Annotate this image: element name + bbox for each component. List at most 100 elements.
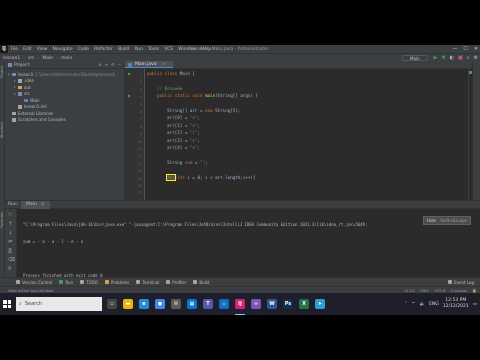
taskbar-app-telegram[interactable]: ➤ <box>312 293 328 315</box>
network-icon[interactable]: ⌔ <box>411 301 415 307</box>
print-icon[interactable]: ⎙ <box>8 248 12 254</box>
line-separator[interactable]: CRLF <box>420 288 430 293</box>
taskbar-app-mail[interactable]: ✉ <box>168 293 184 315</box>
tab-main-java[interactable]: Main.java × <box>125 61 174 68</box>
clock[interactable]: 12:53 PM 12/12/2021 <box>443 298 469 310</box>
pin-icon[interactable]: ⚲ <box>8 266 12 272</box>
taskbar-search-input[interactable]: ⌕ Search <box>16 297 102 311</box>
scroll-down-icon[interactable]: ↓ <box>8 230 12 236</box>
tree-item[interactable]: ▸ lesson1 C:\Users\Administrator\Desktop\l… <box>5 71 124 78</box>
menu-item-code[interactable]: Code <box>75 47 92 52</box>
tool-tab-problems[interactable]: Problems <box>104 280 129 285</box>
tool-tab-profiler[interactable]: Profiler <box>166 280 186 285</box>
coverage-icon[interactable]: ◐ <box>450 55 454 61</box>
event-log-button[interactable]: Event Log <box>448 280 474 285</box>
tree-item[interactable]: Scratches and Consoles <box>5 117 124 124</box>
taskbar-app-photoshop[interactable]: Ps <box>280 293 296 315</box>
menu-item-view[interactable]: View <box>34 47 50 52</box>
taskbar-app-vs-code[interactable]: ◇ <box>216 293 232 315</box>
menu-item-tools[interactable]: Tools <box>145 47 161 52</box>
locate-icon[interactable]: ⊕ <box>98 62 101 67</box>
debug-icon[interactable]: ✱ <box>441 55 445 61</box>
lock-icon[interactable]: 🔓 <box>472 288 477 293</box>
taskbar-app-visual-studio[interactable]: ∞ <box>248 293 264 315</box>
collapse-icon[interactable]: ≡ <box>105 62 108 67</box>
menu-item-navigate[interactable]: Navigate <box>50 47 75 52</box>
taskbar-app-task-view[interactable]: ▭ <box>104 293 120 315</box>
scroll-up-icon[interactable]: ↑ <box>8 221 12 227</box>
teams-icon: T <box>203 299 213 309</box>
hide-icon[interactable]: − <box>118 62 121 67</box>
settings-gear-icon[interactable]: ⚙ <box>474 55 478 61</box>
caret-position[interactable]: 11:22 <box>404 288 415 293</box>
file-encoding[interactable]: UTF-8 <box>434 288 445 293</box>
project-panel-title[interactable]: Project <box>14 63 29 68</box>
tool-tab-build[interactable]: Build <box>193 280 209 285</box>
window-title: lesson1 - Main.java - Administrator <box>190 46 269 52</box>
taskbar-app-excel[interactable]: X <box>296 293 312 315</box>
code-area[interactable]: public class Main { // Возьмём public st… <box>145 69 472 200</box>
gear-icon[interactable]: ⚙ <box>111 62 115 67</box>
tray-chevron-icon[interactable]: ˄ <box>405 302 407 307</box>
indent-setting[interactable]: 4 spaces <box>451 288 468 293</box>
run-gutter-icon[interactable]: ▶ <box>128 71 131 76</box>
tool-tab-terminal[interactable]: Terminal <box>136 280 159 285</box>
line-number: 8 <box>139 123 142 129</box>
tree-item-label: Scratches and Consoles <box>18 117 66 123</box>
wrap-icon[interactable]: ⇌ <box>8 239 12 245</box>
search-icon[interactable]: ⌕ <box>467 55 470 61</box>
menu-item-run[interactable]: Run <box>132 47 146 52</box>
close-tab-icon[interactable]: × <box>162 62 166 67</box>
folder-icon <box>12 118 16 122</box>
code-line: String sum = ""; <box>147 160 207 165</box>
breadcrumb-project[interactable]: lesson1 <box>0 56 23 61</box>
minimize-icon[interactable]: — <box>452 46 457 52</box>
taskbar-app-chrome[interactable]: ● <box>152 293 168 315</box>
breadcrumb-class[interactable]: Main <box>39 56 56 61</box>
taskbar-app-edge[interactable]: e <box>136 293 152 315</box>
close-icon[interactable]: ✕ <box>474 46 478 52</box>
line-number: 2 <box>139 79 142 85</box>
navigation-bar: lesson1 › src › Main › main Main ▶ ✱ ◐ ■… <box>0 53 480 62</box>
taskbar-app-intellij-idea[interactable]: IJ <box>232 293 248 315</box>
java-class-icon <box>128 63 132 67</box>
rerun-icon[interactable]: ↻ <box>8 212 12 218</box>
tool-tab-run[interactable]: Run <box>59 280 73 285</box>
maximize-icon[interactable]: ☐ <box>463 46 467 52</box>
run-icon[interactable]: ▶ <box>434 55 438 61</box>
file-explorer-icon: ▬ <box>123 299 133 309</box>
close-run-tab-icon[interactable]: × <box>41 202 45 207</box>
tool-tab-version-control[interactable]: Version Control <box>16 280 52 285</box>
taskbar-app-word[interactable]: W <box>264 293 280 315</box>
taskbar-app-store[interactable]: ▦ <box>184 293 200 315</box>
stop-icon[interactable]: ■ <box>458 55 463 61</box>
menu-item-edit[interactable]: Edit <box>21 47 35 52</box>
notifications-icon[interactable]: ▭ <box>473 302 477 307</box>
code-line: arr[1] = "o"; <box>147 123 200 128</box>
intellij-logo-icon: IJ <box>0 45 8 53</box>
run-tab-main[interactable]: Main × <box>21 200 50 209</box>
menu-item-refactor[interactable]: Refactor <box>92 47 116 52</box>
menu-item-build[interactable]: Build <box>116 47 132 52</box>
taskbar-app-file-explorer[interactable]: ▬ <box>120 293 136 315</box>
start-button[interactable] <box>0 293 14 315</box>
volume-icon[interactable]: 🔈 <box>419 302 425 307</box>
clear-icon[interactable]: ⌫ <box>8 257 15 263</box>
menu-items: File Edit View Navigate Code Refactor Build Run… <box>8 47 214 52</box>
tool-tab-todo[interactable]: TODO <box>80 280 98 285</box>
breadcrumb-src[interactable]: src <box>25 56 38 61</box>
clock-date: 12/12/2021 <box>442 304 469 309</box>
menu-item-file[interactable]: File <box>8 47 21 52</box>
line-number-gutter[interactable]: 123456789101112131415161718▶▶ <box>125 69 145 203</box>
tree-item-label: External Libraries <box>18 110 54 116</box>
menu-item-vcs[interactable]: VCS <box>162 47 176 52</box>
run-configuration-select[interactable]: Main <box>402 55 428 61</box>
project-panel-tools: ⊕ ≡ ⚙ − <box>98 62 121 67</box>
run-gutter-icon[interactable]: ▶ <box>128 93 131 98</box>
language-indicator[interactable]: ENG <box>429 302 439 307</box>
console-line: sum = - a - a - l - e - o <box>23 239 84 244</box>
breadcrumb-method[interactable]: main <box>58 56 75 61</box>
code-token: public static void <box>147 93 205 99</box>
taskbar-app-teams[interactable]: T <box>200 293 216 315</box>
toolbar-icons: ▶ ✱ ◐ ■ ⌕ ⚙ <box>434 55 478 61</box>
